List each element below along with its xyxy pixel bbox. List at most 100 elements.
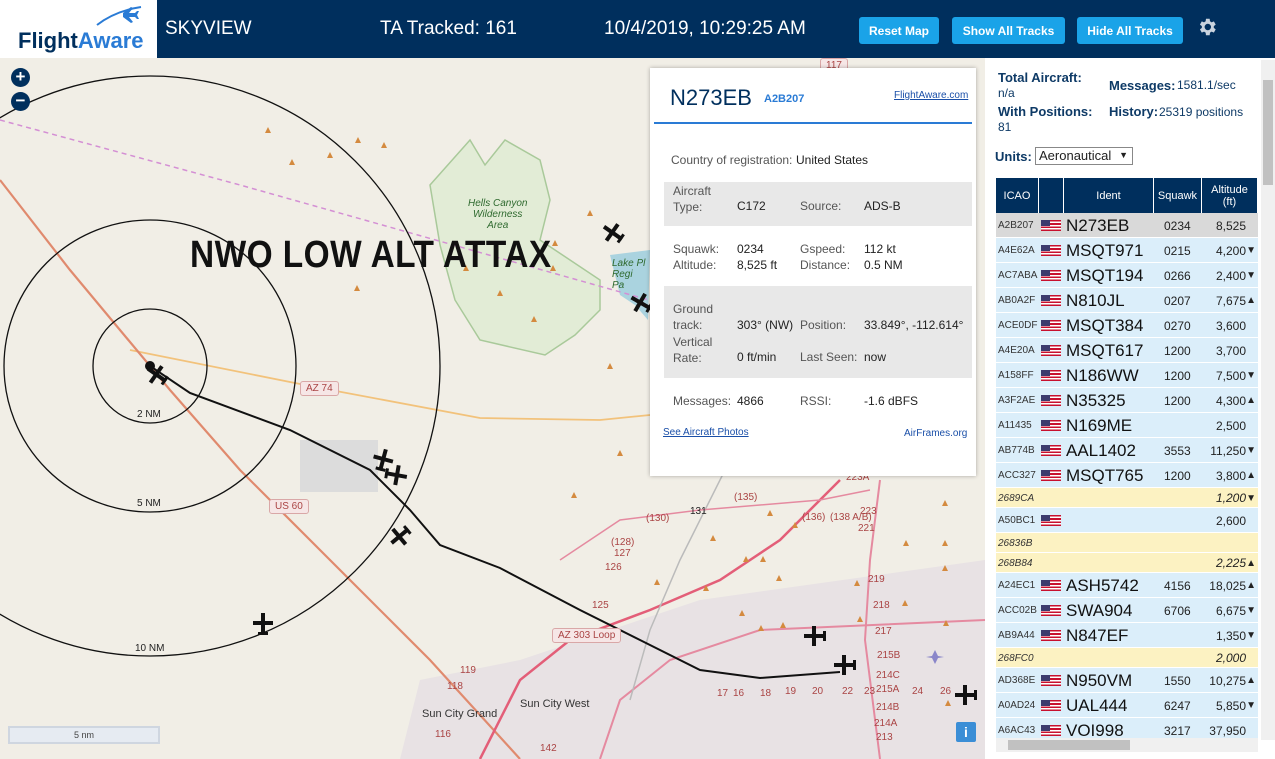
- ground-track-label: Ground track:: [673, 302, 714, 332]
- us-flag-icon: [1041, 295, 1061, 306]
- country-value: United States: [796, 153, 869, 167]
- column-header-icao[interactable]: ICAO: [996, 178, 1039, 213]
- map-info-button[interactable]: i: [956, 722, 976, 742]
- road-number: (128): [611, 537, 635, 548]
- table-row[interactable]: A24EC1 ASH5742 4156 18,025 ▲: [996, 573, 1258, 598]
- altitude-trend-icon: ▼: [1246, 445, 1256, 456]
- scrollbar-thumb[interactable]: [1263, 80, 1273, 185]
- table-row[interactable]: A4E20A MSQT617 1200 3,700: [996, 338, 1258, 363]
- icao-cell: A2B207: [998, 220, 1034, 231]
- table-row[interactable]: A3F2AE N35325 1200 4,300 ▲: [996, 388, 1258, 413]
- altitude-trend-icon: ▼: [1246, 492, 1256, 504]
- flag-canton: [1041, 675, 1050, 681]
- units-select[interactable]: Aeronautical: [1035, 147, 1133, 165]
- table-row[interactable]: AB0A2F N810JL 0207 7,675 ▲: [996, 288, 1258, 313]
- column-header-altitude[interactable]: Altitude (ft): [1202, 178, 1258, 213]
- gspeed-label: Gspeed:: [800, 242, 846, 256]
- altitude-cell: 4,200 ▼: [1204, 238, 1256, 263]
- gear-icon[interactable]: [1196, 16, 1218, 38]
- table-row[interactable]: AB774B AAL1402 3553 11,250 ▼: [996, 438, 1258, 463]
- icao-cell: A158FF: [998, 370, 1034, 381]
- icao-cell: A3F2AE: [998, 395, 1036, 406]
- column-header-squawk[interactable]: Squawk: [1154, 178, 1202, 213]
- flag-canton: [1041, 220, 1050, 226]
- table-row[interactable]: ACC327 MSQT765 1200 3,800 ▲: [996, 463, 1258, 488]
- road-number: 223: [860, 506, 877, 517]
- column-header-flag[interactable]: [1039, 178, 1064, 213]
- flag-canton: [1041, 245, 1050, 251]
- road-number: 131: [690, 506, 707, 517]
- table-row[interactable]: AB9A44 N847EF 1,350 ▼: [996, 623, 1258, 648]
- altitude-cell: 4,300 ▲: [1204, 388, 1256, 413]
- road-number: 214C: [876, 670, 900, 681]
- road-number: 18: [760, 688, 772, 699]
- us-flag-icon: [1041, 270, 1061, 281]
- table-row[interactable]: ACE0DF MSQT384 0270 3,600: [996, 313, 1258, 338]
- altitude-value: 2,225: [1215, 556, 1246, 570]
- table-row[interactable]: 268FC0 2,000: [996, 648, 1258, 668]
- squawk-cell: 0266: [1164, 268, 1191, 283]
- table-row[interactable]: A4E62A MSQT971 0215 4,200 ▼: [996, 238, 1258, 263]
- icao-cell: A24EC1: [998, 580, 1036, 591]
- rssi-label: RSSI:: [800, 394, 832, 408]
- table-row[interactable]: A158FF N186WW 1200 7,500 ▼: [996, 363, 1258, 388]
- altitude-cell: 11,250 ▼: [1204, 438, 1256, 463]
- table-row[interactable]: 268B84 2,225 ▲: [996, 553, 1258, 573]
- altitude-value: 37,950: [1209, 723, 1246, 738]
- aircraft-photos-link[interactable]: See Aircraft Photos: [663, 427, 749, 438]
- us-flag-icon: [1041, 605, 1061, 616]
- road-number: 221: [858, 523, 875, 534]
- zoom-in-button[interactable]: +: [11, 68, 30, 87]
- altitude-trend-icon: ▲: [1246, 675, 1256, 686]
- ident-cell: SWA904: [1066, 600, 1133, 620]
- us-flag-icon: [1041, 320, 1061, 331]
- road-number: 217: [875, 626, 892, 637]
- messages-value: 4866: [737, 394, 764, 408]
- squawk-cell: 0215: [1164, 243, 1191, 258]
- table-row[interactable]: AD368E N950VM 1550 10,275 ▲: [996, 668, 1258, 693]
- show-all-tracks-button[interactable]: Show All Tracks: [952, 17, 1065, 44]
- table-row[interactable]: A0AD24 UAL444 6247 5,850 ▼: [996, 693, 1258, 718]
- table-row[interactable]: ACC02B SWA904 6706 6,675 ▼: [996, 598, 1258, 623]
- table-row[interactable]: A50BC1 2,600: [996, 508, 1258, 533]
- column-header-ident[interactable]: Ident: [1064, 178, 1154, 213]
- last-seen-value: now: [864, 350, 887, 364]
- airframes-link[interactable]: AirFrames.org: [904, 428, 967, 439]
- road-number: 125: [592, 600, 609, 611]
- icao-cell: 268B84: [998, 557, 1033, 569]
- icao-cell: ACC327: [998, 470, 1036, 481]
- sidebar-scrollbar[interactable]: [1261, 60, 1275, 740]
- table-row[interactable]: 2689CA 1,200 ▼: [996, 488, 1258, 508]
- altitude-trend-icon: ▲: [1246, 557, 1256, 569]
- zoom-out-button[interactable]: −: [11, 92, 30, 111]
- altitude-cell: 5,850 ▼: [1204, 693, 1256, 718]
- flightaware-logo[interactable]: FlightAware: [0, 0, 157, 58]
- ident-cell: ASH5742: [1066, 575, 1139, 595]
- reset-map-button[interactable]: Reset Map: [859, 17, 939, 44]
- road-shield: AZ 74: [300, 381, 339, 396]
- ident-cell: MSQT971: [1066, 240, 1144, 260]
- table-horizontal-scrollbar[interactable]: [996, 738, 1258, 752]
- squawk-cell: 0234: [1164, 218, 1191, 233]
- altitude-value: 1,200: [1215, 491, 1246, 505]
- datetime: 10/4/2019, 10:29:25 AM: [604, 18, 806, 39]
- icao-cell: 2689CA: [998, 492, 1035, 504]
- table-row[interactable]: A11435 N169ME 2,500: [996, 413, 1258, 438]
- flightaware-link[interactable]: FlightAware.com: [894, 90, 968, 101]
- table-row[interactable]: AC7ABA MSQT194 0266 2,400 ▼: [996, 263, 1258, 288]
- altitude-value: 8,525: [1215, 218, 1246, 233]
- hide-all-tracks-button[interactable]: Hide All Tracks: [1077, 17, 1183, 44]
- with-positions-label: With Positions:: [998, 104, 1093, 119]
- hscroll-thumb[interactable]: [1008, 740, 1130, 750]
- table-row[interactable]: 26836B: [996, 533, 1258, 553]
- flag-canton: [1041, 320, 1050, 326]
- flag-canton: [1041, 725, 1050, 731]
- messages-label: Messages:: [673, 394, 732, 408]
- road-number: 218: [873, 600, 890, 611]
- altitude-trend-icon: ▼: [1246, 630, 1256, 641]
- altitude-cell: 2,225 ▲: [1204, 553, 1256, 573]
- ident-cell: N950VM: [1066, 670, 1133, 690]
- squawk-cell: 1550: [1164, 673, 1191, 688]
- altitude-trend-icon: ▼: [1246, 700, 1256, 711]
- table-row[interactable]: A2B207 N273EB 0234 8,525: [996, 213, 1258, 238]
